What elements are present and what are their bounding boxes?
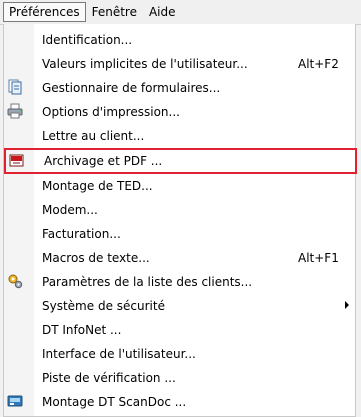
menu-item-identification[interactable]: Identification... bbox=[4, 29, 357, 50]
menu-item-label: Gestionnaire de formulaires... bbox=[42, 80, 221, 95]
preferences-dropdown: Identification... Valeurs implicites de … bbox=[3, 24, 357, 417]
menu-item-shortcut: Alt+F2 bbox=[298, 56, 339, 71]
menu-item-gestionnaire-formulaires[interactable]: Gestionnaire de formulaires... bbox=[4, 77, 357, 98]
menu-item-dt-infonet[interactable]: DT InfoNet ... bbox=[4, 319, 357, 340]
menu-item-piste-verification[interactable]: Piste de vérification ... bbox=[4, 367, 357, 388]
menu-item-label: Options d'impression... bbox=[42, 104, 180, 119]
settings-gears-icon bbox=[7, 273, 23, 289]
menu-item-parametres-liste-clients[interactable]: Paramètres de la liste des clients... bbox=[4, 271, 357, 292]
menu-item-shortcut: Alt+F1 bbox=[298, 250, 339, 265]
menu-item-montage-scandoc[interactable]: Montage DT ScanDoc ... bbox=[4, 391, 357, 412]
forms-manager-icon bbox=[7, 79, 23, 95]
menu-item-archivage-pdf[interactable]: Archivage et PDF ... bbox=[4, 148, 357, 174]
menu-item-label: Piste de vérification ... bbox=[42, 370, 176, 385]
menu-item-macros-texte[interactable]: Macros de texte... Alt+F1 bbox=[4, 247, 357, 268]
menu-item-label: Archivage et PDF ... bbox=[44, 154, 163, 168]
menu-item-label: Montage de TED... bbox=[42, 178, 153, 193]
menu-item-label: Macros de texte... bbox=[42, 250, 150, 265]
menu-item-lettre-client[interactable]: Lettre au client... bbox=[4, 125, 357, 146]
menu-item-label: Système de sécurité bbox=[42, 298, 165, 313]
submenu-arrow-icon bbox=[345, 301, 349, 309]
menu-item-label: DT InfoNet ... bbox=[42, 322, 122, 337]
menu-item-label: Interface de l'utilisateur... bbox=[42, 346, 196, 361]
menu-item-label: Montage DT ScanDoc ... bbox=[42, 394, 187, 409]
menu-preferences[interactable]: Préférences bbox=[3, 2, 86, 22]
menu-item-label: Identification... bbox=[42, 32, 133, 47]
menu-fenetre[interactable]: Fenêtre bbox=[86, 3, 143, 21]
menu-item-interface-utilisateur[interactable]: Interface de l'utilisateur... bbox=[4, 343, 357, 364]
menu-aide[interactable]: Aide bbox=[143, 3, 182, 21]
menu-bar: Préférences Fenêtre Aide bbox=[0, 0, 361, 25]
menu-item-label: Paramètres de la liste des clients... bbox=[42, 274, 253, 289]
printer-icon bbox=[7, 103, 23, 119]
menu-item-options-impression[interactable]: Options d'impression... bbox=[4, 101, 357, 122]
menu-item-facturation[interactable]: Facturation... bbox=[4, 223, 357, 244]
menu-item-systeme-securite[interactable]: Système de sécurité bbox=[4, 295, 357, 316]
menu-item-label: Lettre au client... bbox=[42, 128, 145, 143]
menu-item-valeurs-implicites[interactable]: Valeurs implicites de l'utilisateur... A… bbox=[4, 53, 357, 74]
menu-item-montage-ted[interactable]: Montage de TED... bbox=[4, 175, 357, 196]
menu-item-label: Modem... bbox=[42, 202, 98, 217]
menu-item-label: Facturation... bbox=[42, 226, 121, 241]
menu-item-modem[interactable]: Modem... bbox=[4, 199, 357, 220]
menu-item-label: Valeurs implicites de l'utilisateur... bbox=[42, 56, 248, 71]
pdf-archive-icon bbox=[9, 153, 25, 169]
scanner-icon bbox=[7, 393, 23, 409]
